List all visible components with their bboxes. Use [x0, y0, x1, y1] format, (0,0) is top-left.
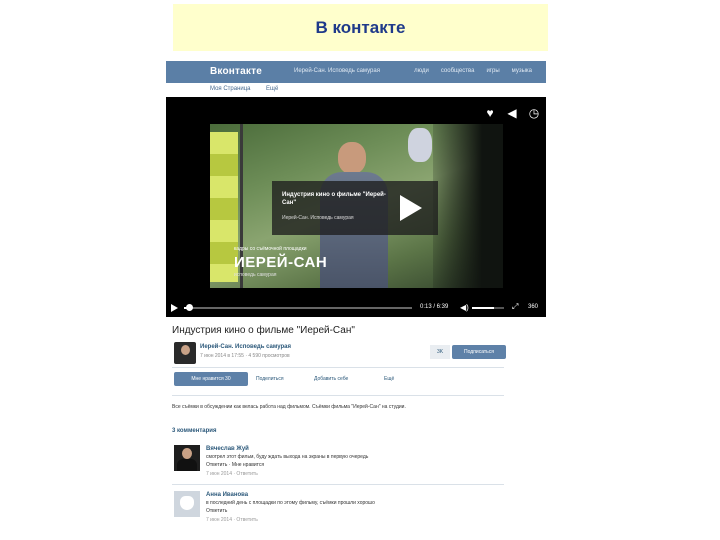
- comment-sub: Ответить: [206, 508, 228, 514]
- background-shadow: [433, 124, 503, 288]
- vk-search-text[interactable]: Иерей-Сан. Исповедь самурая: [294, 68, 380, 74]
- author-avatar[interactable]: [174, 342, 196, 364]
- subscriber-count: 3K: [430, 345, 450, 359]
- time-display: 0:13 / 6:39: [420, 304, 449, 310]
- volume-icon[interactable]: ◀): [460, 303, 469, 312]
- add-to-me-link[interactable]: Добавить себе: [314, 376, 348, 382]
- comment-author[interactable]: Анна Иванова: [206, 492, 248, 498]
- comment-meta[interactable]: 7 июн 2014 · Ответить: [206, 517, 258, 523]
- card-subtitle: Иерей-Сан. Исповедь самурая: [282, 215, 354, 221]
- vk-screenshot: Вконтакте Иерей-Сан. Исповедь самурая лю…: [166, 61, 546, 533]
- subnav-item[interactable]: Моя Страница: [210, 86, 251, 92]
- like-button[interactable]: Мне нравится 30: [174, 372, 248, 386]
- divider: [172, 367, 504, 368]
- card-title: Индустрия кино о фильме "Иерей-Сан": [282, 192, 386, 206]
- volume-fill: [472, 307, 495, 309]
- fullscreen-icon[interactable]: ⤢: [512, 302, 518, 312]
- video-info-card[interactable]: Индустрия кино о фильме "Иерей-Сан" Иере…: [272, 181, 438, 235]
- slide-title-banner: В контакте: [173, 4, 548, 51]
- progress-bar[interactable]: [184, 307, 412, 309]
- divider: [172, 484, 504, 485]
- vk-header: Вконтакте Иерей-Сан. Исповедь самурая лю…: [166, 61, 546, 83]
- top-menu-item[interactable]: музыка: [512, 68, 532, 74]
- subnav-item[interactable]: Ещё: [266, 86, 278, 92]
- play-icon[interactable]: [400, 195, 422, 221]
- vk-subnav: Моя Страница Ещё: [166, 83, 546, 97]
- video-frame[interactable]: Индустрия кино о фильме "Иерей-Сан" Иере…: [210, 124, 503, 288]
- top-menu-item[interactable]: люди: [414, 68, 429, 74]
- slide-title: В контакте: [315, 17, 406, 37]
- author-meta: 7 июн 2014 в 17:55 · 4 590 просмотров: [200, 353, 290, 359]
- time-icon[interactable]: ◷: [524, 103, 544, 123]
- comment-avatar[interactable]: [174, 491, 200, 517]
- comment-author[interactable]: Вячеслав Жуй: [206, 446, 249, 452]
- author-name[interactable]: Иерей-Сан. Исповедь самурая: [200, 344, 291, 350]
- paw-icon: [180, 496, 194, 510]
- quality-label[interactable]: 360: [528, 304, 538, 310]
- volume-slider[interactable]: [472, 307, 504, 309]
- promo-subtitle: исповедь самурая: [234, 272, 277, 278]
- comments-count[interactable]: 3 комментария: [172, 428, 216, 434]
- play-pause-icon[interactable]: [171, 304, 178, 312]
- comment-meta[interactable]: 7 июн 2014 · Ответить: [206, 471, 258, 477]
- promo-title: ИЕРЕЙ-САН: [234, 254, 328, 271]
- progress-knob[interactable]: [185, 304, 193, 311]
- subscribe-button[interactable]: Подписаться: [452, 345, 506, 359]
- comment-text: в последний день с площадки по этому фил…: [206, 500, 375, 506]
- share-link[interactable]: Поделиться: [256, 376, 284, 382]
- promo-label: кадры со съёмочной площадки: [234, 246, 307, 252]
- comment-text: смотрел этот фильм, буду ждать выхода на…: [206, 454, 369, 460]
- share-icon[interactable]: ◀: [502, 103, 522, 123]
- video-description: Все съёмки в обсуждении как велась работ…: [172, 404, 406, 410]
- divider: [172, 395, 504, 396]
- vk-logo[interactable]: Вконтакте: [210, 66, 262, 77]
- player-controls: 0:13 / 6:39 ◀) ⤢ 360: [166, 299, 546, 317]
- heart-icon[interactable]: ♥: [480, 103, 500, 123]
- top-menu-item[interactable]: сообщества: [441, 68, 475, 74]
- video-title: Индустрия кино о фильме "Иерей-Сан": [172, 325, 355, 336]
- top-menu-item[interactable]: игры: [486, 68, 499, 74]
- video-player[interactable]: ♥ ◀ ◷ Индустрия кино о фильме "Иерей-Сан…: [166, 97, 546, 317]
- drape-image: [408, 128, 432, 162]
- more-link[interactable]: Ещё: [384, 376, 394, 382]
- vk-top-menu: люди сообщества игры музыка: [414, 68, 532, 74]
- comment-avatar[interactable]: [174, 445, 200, 471]
- comment-sub: Ответить · Мне нравится: [206, 462, 265, 468]
